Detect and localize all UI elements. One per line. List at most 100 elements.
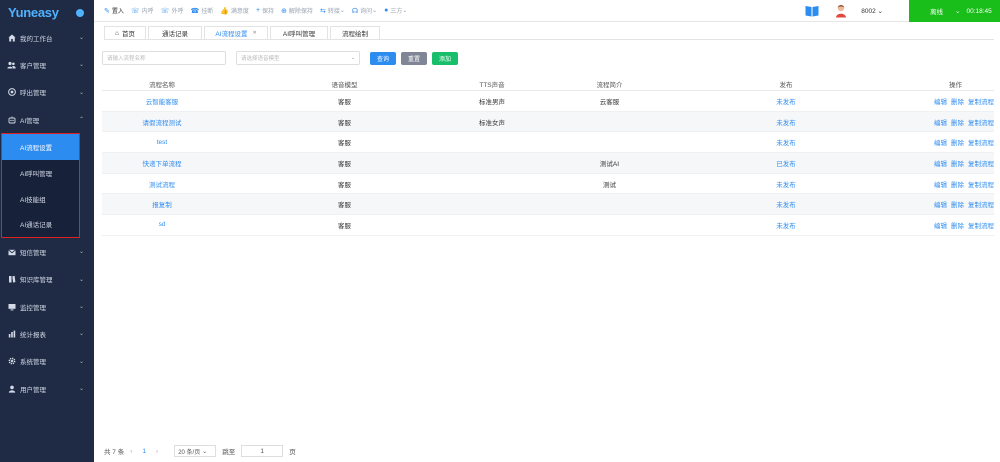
sidebar-item-reports[interactable]: 统计报表 ⌄: [0, 320, 94, 347]
delete-button[interactable]: 删除: [951, 179, 964, 189]
sidebar-item-knowledge-base[interactable]: 知识库管理 ⌄: [0, 266, 94, 293]
tool-satisfaction-button[interactable]: 👍 满意度: [220, 6, 249, 16]
tab-ai-flow-settings[interactable]: AI流程设置 ✕: [204, 26, 268, 39]
copy-flow-button[interactable]: 复制流程: [968, 179, 994, 189]
publish-status-link[interactable]: 未发布: [702, 220, 870, 230]
edit-button[interactable]: 编辑: [934, 158, 947, 168]
book-icon[interactable]: [805, 5, 819, 17]
sidebar-item-ai-call-management[interactable]: AI呼叫管理: [2, 159, 79, 186]
flow-name-link[interactable]: test: [102, 139, 222, 146]
sidebar-item-workbench[interactable]: 我的工作台 ⌄: [0, 24, 94, 51]
total-count: 共 7 条: [104, 449, 125, 456]
tab-flow-drawing[interactable]: 流程绘制: [330, 26, 380, 39]
publish-status-link[interactable]: 未发布: [702, 137, 870, 147]
edit-button[interactable]: 编辑: [934, 199, 947, 209]
page-number[interactable]: 1: [142, 448, 146, 455]
edit-button[interactable]: 编辑: [934, 137, 947, 147]
chevron-down-icon: ⌄: [78, 89, 84, 96]
call-tools: ✎ 置入 ☏ 内呼 ☏ 外呼 ☎ 挂断 👍 满意度 + 保持 ⊕ 解除保持 ⇆ 转接 ⌄ ☊ 询问…: [94, 6, 414, 15]
flow-name-link[interactable]: 测试流程: [102, 179, 222, 189]
chevron-down-icon: ⌄: [402, 8, 408, 14]
edit-button[interactable]: 编辑: [934, 96, 947, 106]
voice-model-cell: 客服: [338, 202, 351, 210]
logo: Yuneasy: [0, 0, 94, 24]
edit-button[interactable]: 编辑: [934, 117, 947, 127]
page-size-select[interactable]: 20 条/页 ⌄: [174, 445, 217, 457]
sidebar-item-ai-flow-settings[interactable]: AI流程设置: [2, 134, 79, 160]
flow-name-link[interactable]: 报复制: [102, 199, 222, 209]
copy-flow-button[interactable]: 复制流程: [968, 199, 994, 209]
close-icon[interactable]: ✕: [252, 30, 256, 36]
flow-name-link[interactable]: 云智能客服: [102, 96, 222, 106]
delete-button[interactable]: 删除: [951, 199, 964, 209]
copy-flow-button[interactable]: 复制流程: [968, 220, 994, 230]
copy-flow-button[interactable]: 复制流程: [968, 96, 994, 106]
flow-name-input[interactable]: 请输入流程名称: [102, 51, 226, 65]
sidebar-item-label: 系统管理: [20, 359, 46, 367]
row-actions: 编辑 删除 复制流程: [870, 117, 994, 127]
tab-ai-call-management[interactable]: AI呼叫管理: [270, 26, 328, 39]
tool-internal-call-button[interactable]: ☏ 内呼: [130, 6, 154, 16]
sidebar-item-sms[interactable]: 短信管理 ⌄: [0, 238, 94, 265]
sidebar-item-label: 用户管理: [20, 386, 46, 394]
sidebar-item-label: 监控管理: [20, 304, 46, 312]
publish-status-link[interactable]: 未发布: [702, 199, 870, 209]
publish-status-link[interactable]: 已发布: [702, 158, 870, 168]
sidebar-item-outbound[interactable]: 呼出管理 ⌄: [0, 79, 94, 106]
flow-table: 流程名称 语音模型 TTS声音 流程简介 发布 操作 云智能客服 客服 标准男声 云客…: [102, 77, 994, 236]
sidebar-item-monitor[interactable]: 监控管理 ⌄: [0, 293, 94, 320]
flow-name-link[interactable]: 快递下单流程: [102, 158, 222, 168]
thumbs-up-icon: 👍: [220, 7, 229, 15]
delete-button[interactable]: 删除: [951, 137, 964, 147]
sidebar-item-customers[interactable]: 客户管理 ⌄: [0, 51, 94, 78]
agent-avatar-icon[interactable]: [835, 4, 847, 18]
users-icon: [7, 60, 16, 69]
reset-button[interactable]: 重置: [401, 51, 427, 65]
extension-selector[interactable]: 8002 ⌄: [861, 7, 883, 15]
tool-three-way-button[interactable]: ● 三方 ⌄: [384, 6, 407, 15]
tool-unhold-button[interactable]: ⊕ 解除保持: [281, 6, 313, 16]
delete-button[interactable]: 删除: [951, 96, 964, 106]
jump-page-input[interactable]: 1: [241, 445, 284, 457]
edit-icon: ✎: [104, 7, 110, 15]
tool-transfer-button[interactable]: ⇆ 转接 ⌄: [320, 6, 345, 16]
delete-button[interactable]: 删除: [951, 117, 964, 127]
sidebar-item-ai-skill-group[interactable]: AI技能组: [2, 185, 79, 212]
flow-name-link[interactable]: 请假流程测试: [102, 117, 222, 127]
table-row: test 客服 未发布 编辑 删除 复制流程: [102, 132, 994, 154]
delete-button[interactable]: 删除: [951, 220, 964, 230]
sidebar-item-ai[interactable]: AI管理 ⌃: [0, 106, 94, 133]
query-button[interactable]: 查询: [370, 51, 396, 65]
copy-flow-button[interactable]: 复制流程: [968, 117, 994, 127]
flow-name-link[interactable]: sd: [102, 221, 222, 228]
add-button[interactable]: 添加: [432, 51, 458, 65]
chevron-down-icon: ⌄: [202, 448, 208, 455]
phone-icon: ☏: [130, 7, 140, 15]
edit-button[interactable]: 编辑: [934, 179, 947, 189]
tool-hold-button[interactable]: + 保持: [256, 6, 274, 15]
sidebar-item-ai-call-records[interactable]: AI通话记录: [2, 211, 79, 238]
tool-consult-button[interactable]: ☊ 询问 ⌄: [352, 6, 377, 16]
collapse-sidebar-icon[interactable]: [76, 9, 84, 17]
tool-signin-button[interactable]: ✎ 置入: [104, 6, 124, 16]
publish-status-link[interactable]: 未发布: [702, 117, 870, 127]
tool-external-call-button[interactable]: ☏ 外呼: [161, 6, 184, 16]
delete-button[interactable]: 删除: [951, 158, 964, 168]
voice-model-select[interactable]: 请选择语音模型 ⌄: [236, 51, 360, 65]
row-actions: 编辑 删除 复制流程: [870, 158, 994, 168]
copy-flow-button[interactable]: 复制流程: [968, 158, 994, 168]
edit-button[interactable]: 编辑: [934, 220, 947, 230]
sidebar-item-users[interactable]: 用户管理 ⌄: [0, 375, 94, 402]
agent-status-dropdown[interactable]: 离线 ⌄ 00:18:45: [909, 0, 1000, 22]
copy-flow-button[interactable]: 复制流程: [968, 137, 994, 147]
publish-status-link[interactable]: 未发布: [702, 96, 870, 106]
tab-call-records[interactable]: 通话记录: [148, 26, 202, 39]
tool-hangup-button[interactable]: ☎ 挂断: [190, 6, 213, 16]
publish-status-link[interactable]: 未发布: [702, 179, 870, 189]
prev-page-icon[interactable]: ‹: [130, 448, 132, 455]
hangup-icon: ☎: [190, 7, 200, 15]
chevron-down-icon: ⌄: [78, 62, 84, 69]
next-page-icon[interactable]: ›: [156, 448, 158, 455]
tab-home[interactable]: ⌂ 首页: [104, 26, 146, 39]
sidebar-item-system[interactable]: 系统管理 ⌄: [0, 348, 94, 375]
